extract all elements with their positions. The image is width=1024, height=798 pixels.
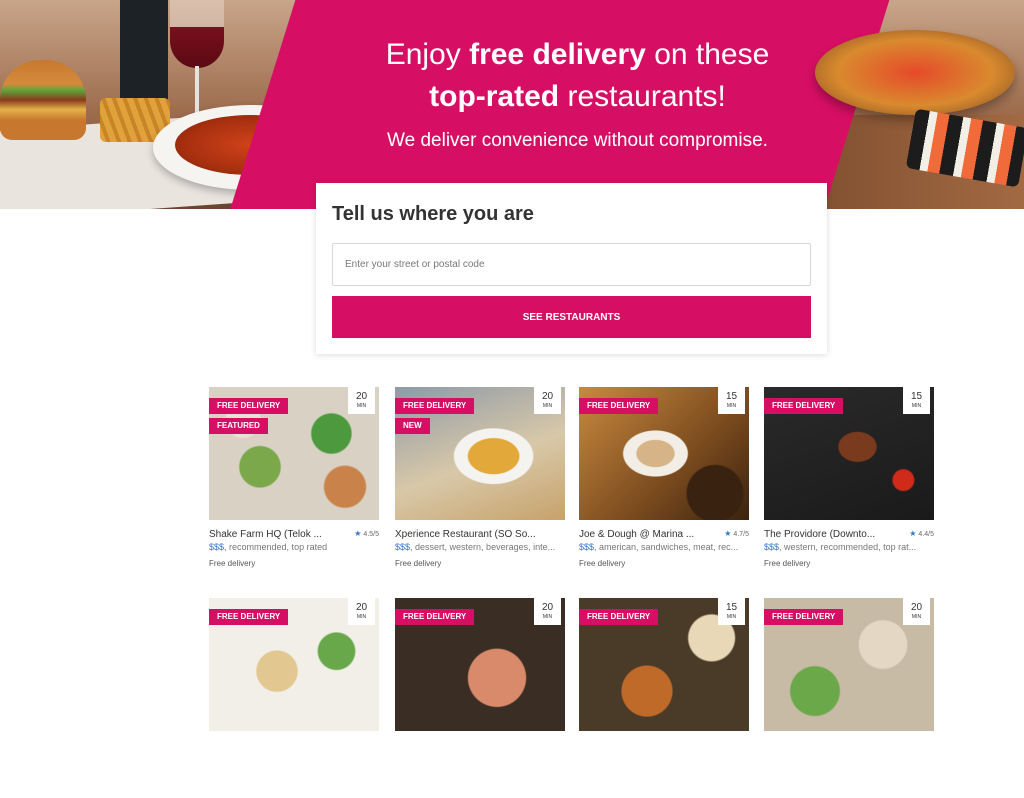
delivery-fee: Free delivery (395, 559, 442, 568)
restaurant-name: The Providore (Downto... (764, 529, 876, 540)
address-input[interactable] (332, 243, 811, 286)
restaurant-rating: ★ 4.4/5 (909, 529, 934, 538)
location-search-card: Tell us where you are SEE RESTAURANTS (316, 183, 827, 354)
featured-badge: FEATURED (209, 418, 268, 434)
delivery-fee: Free delivery (579, 559, 626, 568)
restaurant-name: Xperience Restaurant (SO So... (395, 529, 536, 540)
delivery-time-badge: 20 MIN (348, 387, 375, 414)
delivery-time-badge: 15 MIN (718, 387, 745, 414)
restaurant-card[interactable]: FREE DELIVERY NEW 20 MIN Xperience Restau… (395, 387, 565, 587)
delivery-time-badge: 20 MIN (348, 598, 375, 625)
free-delivery-badge: FREE DELIVERY (395, 609, 475, 625)
delivery-time-badge: 15 MIN (903, 387, 930, 414)
free-delivery-badge: FREE DELIVERY (395, 398, 475, 414)
restaurant-rating: ★ 4.5/5 (354, 529, 379, 538)
free-delivery-badge: FREE DELIVERY (579, 398, 659, 414)
see-restaurants-button[interactable]: SEE RESTAURANTS (332, 296, 811, 338)
star-icon: ★ (909, 529, 917, 538)
restaurant-card[interactable]: FREE DELIVERY 15 MIN Joe & Dough @ Marina… (579, 387, 749, 587)
restaurant-card[interactable]: FREE DELIVERY 15 MIN (579, 598, 749, 798)
restaurant-rating: ★ 4.7/5 (724, 529, 749, 538)
restaurant-cuisines: $$$, recommended, top rated (209, 542, 328, 552)
restaurant-card[interactable]: FREE DELIVERY 20 MIN (764, 598, 934, 798)
search-title: Tell us where you are (332, 203, 534, 225)
restaurant-card[interactable]: FREE DELIVERY 15 MIN The Providore (Downt… (764, 387, 934, 587)
burger-image (0, 60, 86, 140)
free-delivery-badge: FREE DELIVERY (579, 609, 659, 625)
restaurant-card[interactable]: FREE DELIVERY FEATURED 20 MIN Shake Farm … (209, 387, 379, 587)
delivery-time-badge: 20 MIN (534, 598, 561, 625)
free-delivery-badge: FREE DELIVERY (209, 609, 289, 625)
delivery-time-badge: 20 MIN (903, 598, 930, 625)
restaurant-card[interactable]: FREE DELIVERY 20 MIN (209, 598, 379, 798)
wine-glass-image (170, 0, 224, 68)
hero-headline-line2: top-rated restaurants! (429, 80, 726, 113)
restaurant-name: Joe & Dough @ Marina ... (579, 529, 695, 540)
free-delivery-badge: FREE DELIVERY (764, 609, 844, 625)
restaurant-cuisines: $$$, western, recommended, top rat... (764, 542, 917, 552)
star-icon: ★ (724, 529, 732, 538)
hero-headline-line1: Enjoy free delivery on these (385, 38, 770, 71)
restaurant-cuisines: $$$, dessert, western, beverages, inte..… (395, 542, 556, 552)
hero-banner: Enjoy free delivery on these top-rated r… (0, 0, 1024, 209)
restaurant-name: Shake Farm HQ (Telok ... (209, 529, 322, 540)
delivery-time-badge: 15 MIN (718, 598, 745, 625)
delivery-time-badge: 20 MIN (534, 387, 561, 414)
hero-subtitle: We deliver convenience without compromis… (387, 130, 768, 151)
restaurant-cuisines: $$$, american, sandwiches, meat, rec... (579, 542, 739, 552)
delivery-fee: Free delivery (764, 559, 811, 568)
free-delivery-badge: FREE DELIVERY (764, 398, 844, 414)
new-badge: NEW (395, 418, 430, 434)
star-icon: ★ (354, 529, 362, 538)
free-delivery-badge: FREE DELIVERY (209, 398, 289, 414)
delivery-fee: Free delivery (209, 559, 256, 568)
restaurant-card[interactable]: FREE DELIVERY 20 MIN (395, 598, 565, 798)
